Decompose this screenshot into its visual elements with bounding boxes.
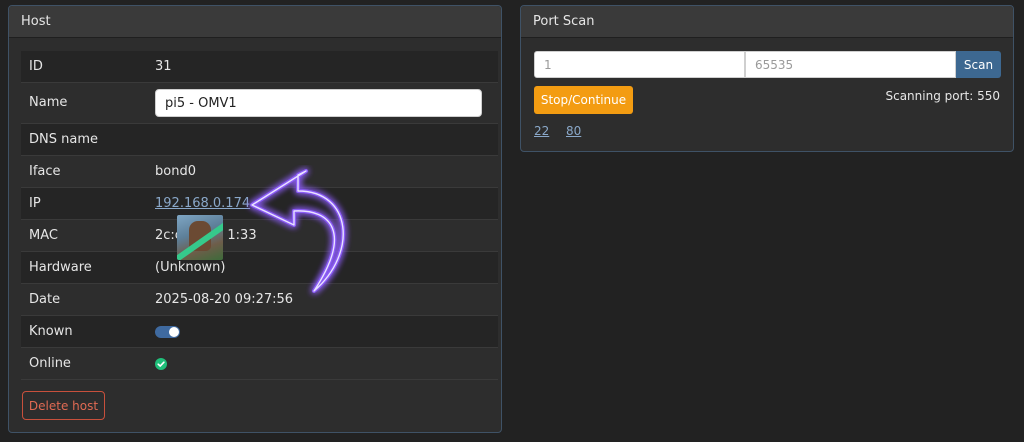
port-scan-panel: Port Scan Scan Stop/Continue Scanning po… (520, 5, 1014, 152)
port-scan-title: Port Scan (521, 6, 1013, 38)
toggle-knob (169, 327, 179, 337)
ip-label: IP (29, 196, 41, 211)
iface-value: bond0 (155, 164, 196, 179)
scan-status: Scanning port: 550 (885, 89, 1000, 103)
iface-label: Iface (29, 164, 61, 179)
host-row-known: Known (21, 316, 498, 348)
hardware-label: Hardware (29, 260, 92, 275)
online-label: Online (29, 356, 71, 371)
host-row-dns: DNS name (21, 124, 498, 156)
host-row-online: Online (21, 348, 498, 380)
known-label: Known (29, 324, 73, 339)
stop-continue-button[interactable]: Stop/Continue (534, 86, 633, 114)
host-panel-title: Host (9, 6, 501, 38)
open-port-link[interactable]: 80 (566, 124, 581, 138)
bear-sticker-image (177, 215, 223, 260)
id-value: 31 (155, 59, 172, 74)
port-from-input[interactable] (534, 51, 745, 78)
known-toggle[interactable] (155, 326, 180, 338)
host-row-id: ID 31 (21, 51, 498, 83)
open-port-link[interactable]: 22 (534, 124, 549, 138)
scan-button[interactable]: Scan (956, 51, 1001, 78)
delete-host-button[interactable]: Delete host (22, 391, 105, 420)
mac-label: MAC (29, 228, 58, 243)
host-row-name: Name (21, 83, 498, 124)
curved-arrow-icon (250, 169, 346, 293)
id-label: ID (29, 59, 43, 74)
date-label: Date (29, 292, 61, 307)
online-check-icon (155, 358, 167, 370)
port-to-input[interactable] (745, 51, 956, 78)
name-input[interactable] (155, 89, 482, 117)
dns-label: DNS name (29, 132, 98, 147)
name-label: Name (29, 95, 68, 110)
